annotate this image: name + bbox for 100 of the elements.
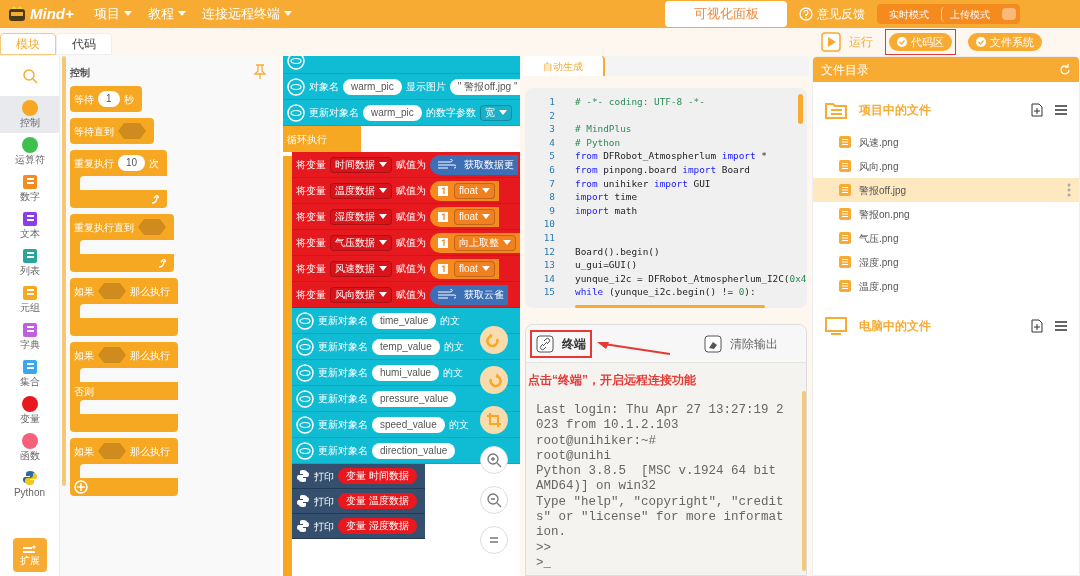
block-slot[interactable] bbox=[80, 240, 174, 254]
zoom-in-icon bbox=[485, 451, 503, 469]
file-item[interactable]: 风向.png bbox=[813, 154, 1079, 178]
reporter-block[interactable]: 获取数据更 bbox=[430, 154, 518, 175]
code-editor[interactable] bbox=[525, 88, 807, 308]
reporter-block[interactable]: 获取云雀 bbox=[430, 284, 508, 305]
input-field[interactable]: temp_value bbox=[372, 338, 440, 355]
dropdown[interactable]: 温度数据 bbox=[330, 182, 392, 199]
number-block[interactable]: float bbox=[430, 180, 499, 201]
code-block[interactable]: 更新对象名 pressure_value bbox=[292, 386, 520, 412]
file-item[interactable]: 警报off.jpg bbox=[813, 178, 1079, 202]
clear-output-button[interactable]: 清除输出 bbox=[704, 334, 778, 353]
category-item[interactable]: 字典 bbox=[0, 318, 59, 355]
input-field[interactable]: pressure_value bbox=[372, 390, 457, 407]
code-block[interactable]: 更新对象名 direction_value bbox=[292, 438, 520, 464]
refresh-icon bbox=[1059, 63, 1071, 76]
input-field[interactable]: direction_value bbox=[372, 442, 456, 459]
line-number: 8 bbox=[548, 190, 555, 204]
file-item[interactable]: 湿度.png bbox=[813, 250, 1079, 274]
category-item[interactable]: Python bbox=[0, 466, 59, 503]
code-block[interactable]: 更新对象名 speed_value 的文 bbox=[292, 412, 520, 438]
file-item[interactable]: 气压.png bbox=[813, 226, 1079, 250]
block-slot[interactable] bbox=[80, 400, 178, 414]
file-item[interactable]: 警报on.png bbox=[813, 202, 1079, 226]
code-block[interactable]: 打印 变量 湿度数据 bbox=[292, 514, 425, 539]
block-slot[interactable] bbox=[80, 464, 178, 478]
block-slot[interactable] bbox=[80, 176, 168, 190]
visual-panel-button[interactable]: 可视化面板 bbox=[665, 1, 787, 27]
dropdown[interactable]: float bbox=[454, 208, 495, 225]
block-slot[interactable] bbox=[80, 304, 178, 318]
variable-block[interactable]: 变量 时间数据 bbox=[338, 468, 417, 484]
scrollbar[interactable] bbox=[802, 391, 806, 571]
number-icon bbox=[438, 236, 450, 249]
input-field[interactable]: speed_value bbox=[372, 416, 445, 433]
dropdown[interactable]: 气压数据 bbox=[330, 234, 392, 251]
terminal-line: Last login: Thu Apr 27 13:27:19 2 bbox=[536, 403, 785, 419]
code-block[interactable]: 将变量 温度数据 赋值为 float bbox=[292, 178, 520, 204]
number-block[interactable]: float bbox=[430, 258, 499, 279]
loop-block-edge[interactable] bbox=[283, 156, 292, 576]
code-block[interactable]: 更新对象名 temp_value 的文 bbox=[292, 334, 520, 360]
dropdown[interactable]: 向上取整 bbox=[454, 234, 516, 251]
category-item[interactable]: 控制 bbox=[0, 96, 59, 133]
category-item[interactable]: 元组 bbox=[0, 281, 59, 318]
code-block[interactable]: 将变量 风速数据 赋值为 float bbox=[292, 256, 520, 282]
input-field[interactable]: warm_pic bbox=[343, 78, 402, 95]
block-slot[interactable] bbox=[80, 368, 178, 382]
dropdown[interactable]: 风向数据 bbox=[330, 286, 392, 303]
code-block[interactable]: 将变量 气压数据 赋值为 向上取整 bbox=[292, 230, 520, 256]
code-block[interactable]: 打印 变量 时间数据 bbox=[292, 464, 425, 489]
dropdown[interactable]: 时间数据 bbox=[330, 156, 392, 173]
block-label: 秒 bbox=[123, 92, 134, 107]
annotation-text: 点击“终端”，开启远程连接功能 bbox=[527, 372, 697, 389]
reset-zoom-button[interactable] bbox=[480, 526, 508, 554]
code-block[interactable]: 重复执行 10 次 bbox=[70, 150, 168, 208]
input-field[interactable]: " 警报off.jpg " bbox=[449, 78, 520, 95]
scrollbar[interactable] bbox=[62, 56, 66, 486]
terminal-button[interactable]: 终端 bbox=[530, 329, 592, 358]
code-block[interactable]: 将变量 风向数据 赋值为 获取云雀 bbox=[292, 282, 520, 308]
input-field[interactable]: humi_value bbox=[372, 364, 440, 381]
code-block[interactable]: 将变量 时间数据 赋值为 获取数据更 bbox=[292, 152, 520, 178]
number-block[interactable]: float bbox=[430, 206, 499, 227]
caret-icon bbox=[481, 187, 490, 194]
terminal-line: ion. bbox=[536, 525, 567, 541]
block-label: 等待直到 bbox=[74, 124, 114, 139]
category-item[interactable]: 列表 bbox=[0, 244, 59, 281]
file-icon bbox=[839, 208, 851, 220]
code-block[interactable]: 更新对象名 warm_pic 的数字参数 宽 bbox=[283, 100, 520, 126]
file-item[interactable]: 温度.png bbox=[813, 274, 1079, 298]
category-item[interactable]: 集合 bbox=[0, 355, 59, 392]
dropdown[interactable]: 风速数据 bbox=[330, 260, 392, 277]
code-line: Board().begin() bbox=[575, 244, 660, 259]
caret-icon bbox=[379, 187, 387, 194]
dropdown[interactable]: 湿度数据 bbox=[330, 208, 392, 225]
code-block[interactable]: 更新对象名 time_value 的文 bbox=[292, 308, 520, 334]
category-item[interactable]: 函数 bbox=[0, 429, 59, 466]
dropdown[interactable]: float bbox=[454, 182, 495, 199]
code-block[interactable]: 更新对象名 humi_value 的文 bbox=[292, 360, 520, 386]
code-block[interactable]: 等待 1 秒 bbox=[70, 86, 142, 112]
zoom-out-button[interactable] bbox=[480, 486, 508, 514]
dropdown[interactable]: float bbox=[454, 260, 495, 277]
scrollbar[interactable] bbox=[575, 305, 765, 308]
code-block[interactable]: 将变量 湿度数据 赋值为 float bbox=[292, 204, 520, 230]
mode-toggle[interactable] bbox=[1002, 8, 1016, 20]
input-field[interactable]: 1 bbox=[98, 91, 120, 107]
category-item[interactable]: 数字 bbox=[0, 170, 59, 207]
hexagon-slot-icon bbox=[138, 219, 166, 235]
scrollbar[interactable] bbox=[798, 94, 803, 124]
variable-block[interactable]: 变量 温度数据 bbox=[338, 493, 417, 509]
file-item[interactable]: 风速.png bbox=[813, 130, 1079, 154]
tab[interactable]: 代码 bbox=[56, 33, 112, 55]
code-block[interactable]: 对象名 warm_pic 显示图片 " 警报off.jpg " bbox=[283, 74, 520, 100]
input-field[interactable]: warm_pic bbox=[363, 104, 422, 121]
category-item[interactable]: 变量 bbox=[0, 392, 59, 429]
number-block[interactable]: 向上取整 bbox=[430, 232, 520, 253]
input-field[interactable]: time_value bbox=[372, 312, 437, 329]
code-block[interactable]: 打印 变量 温度数据 bbox=[292, 489, 425, 514]
variable-block[interactable]: 变量 湿度数据 bbox=[338, 518, 417, 534]
category-item[interactable]: 运算符 bbox=[0, 133, 59, 170]
input-field[interactable]: 10 bbox=[118, 155, 146, 171]
category-item[interactable]: 文本 bbox=[0, 207, 59, 244]
